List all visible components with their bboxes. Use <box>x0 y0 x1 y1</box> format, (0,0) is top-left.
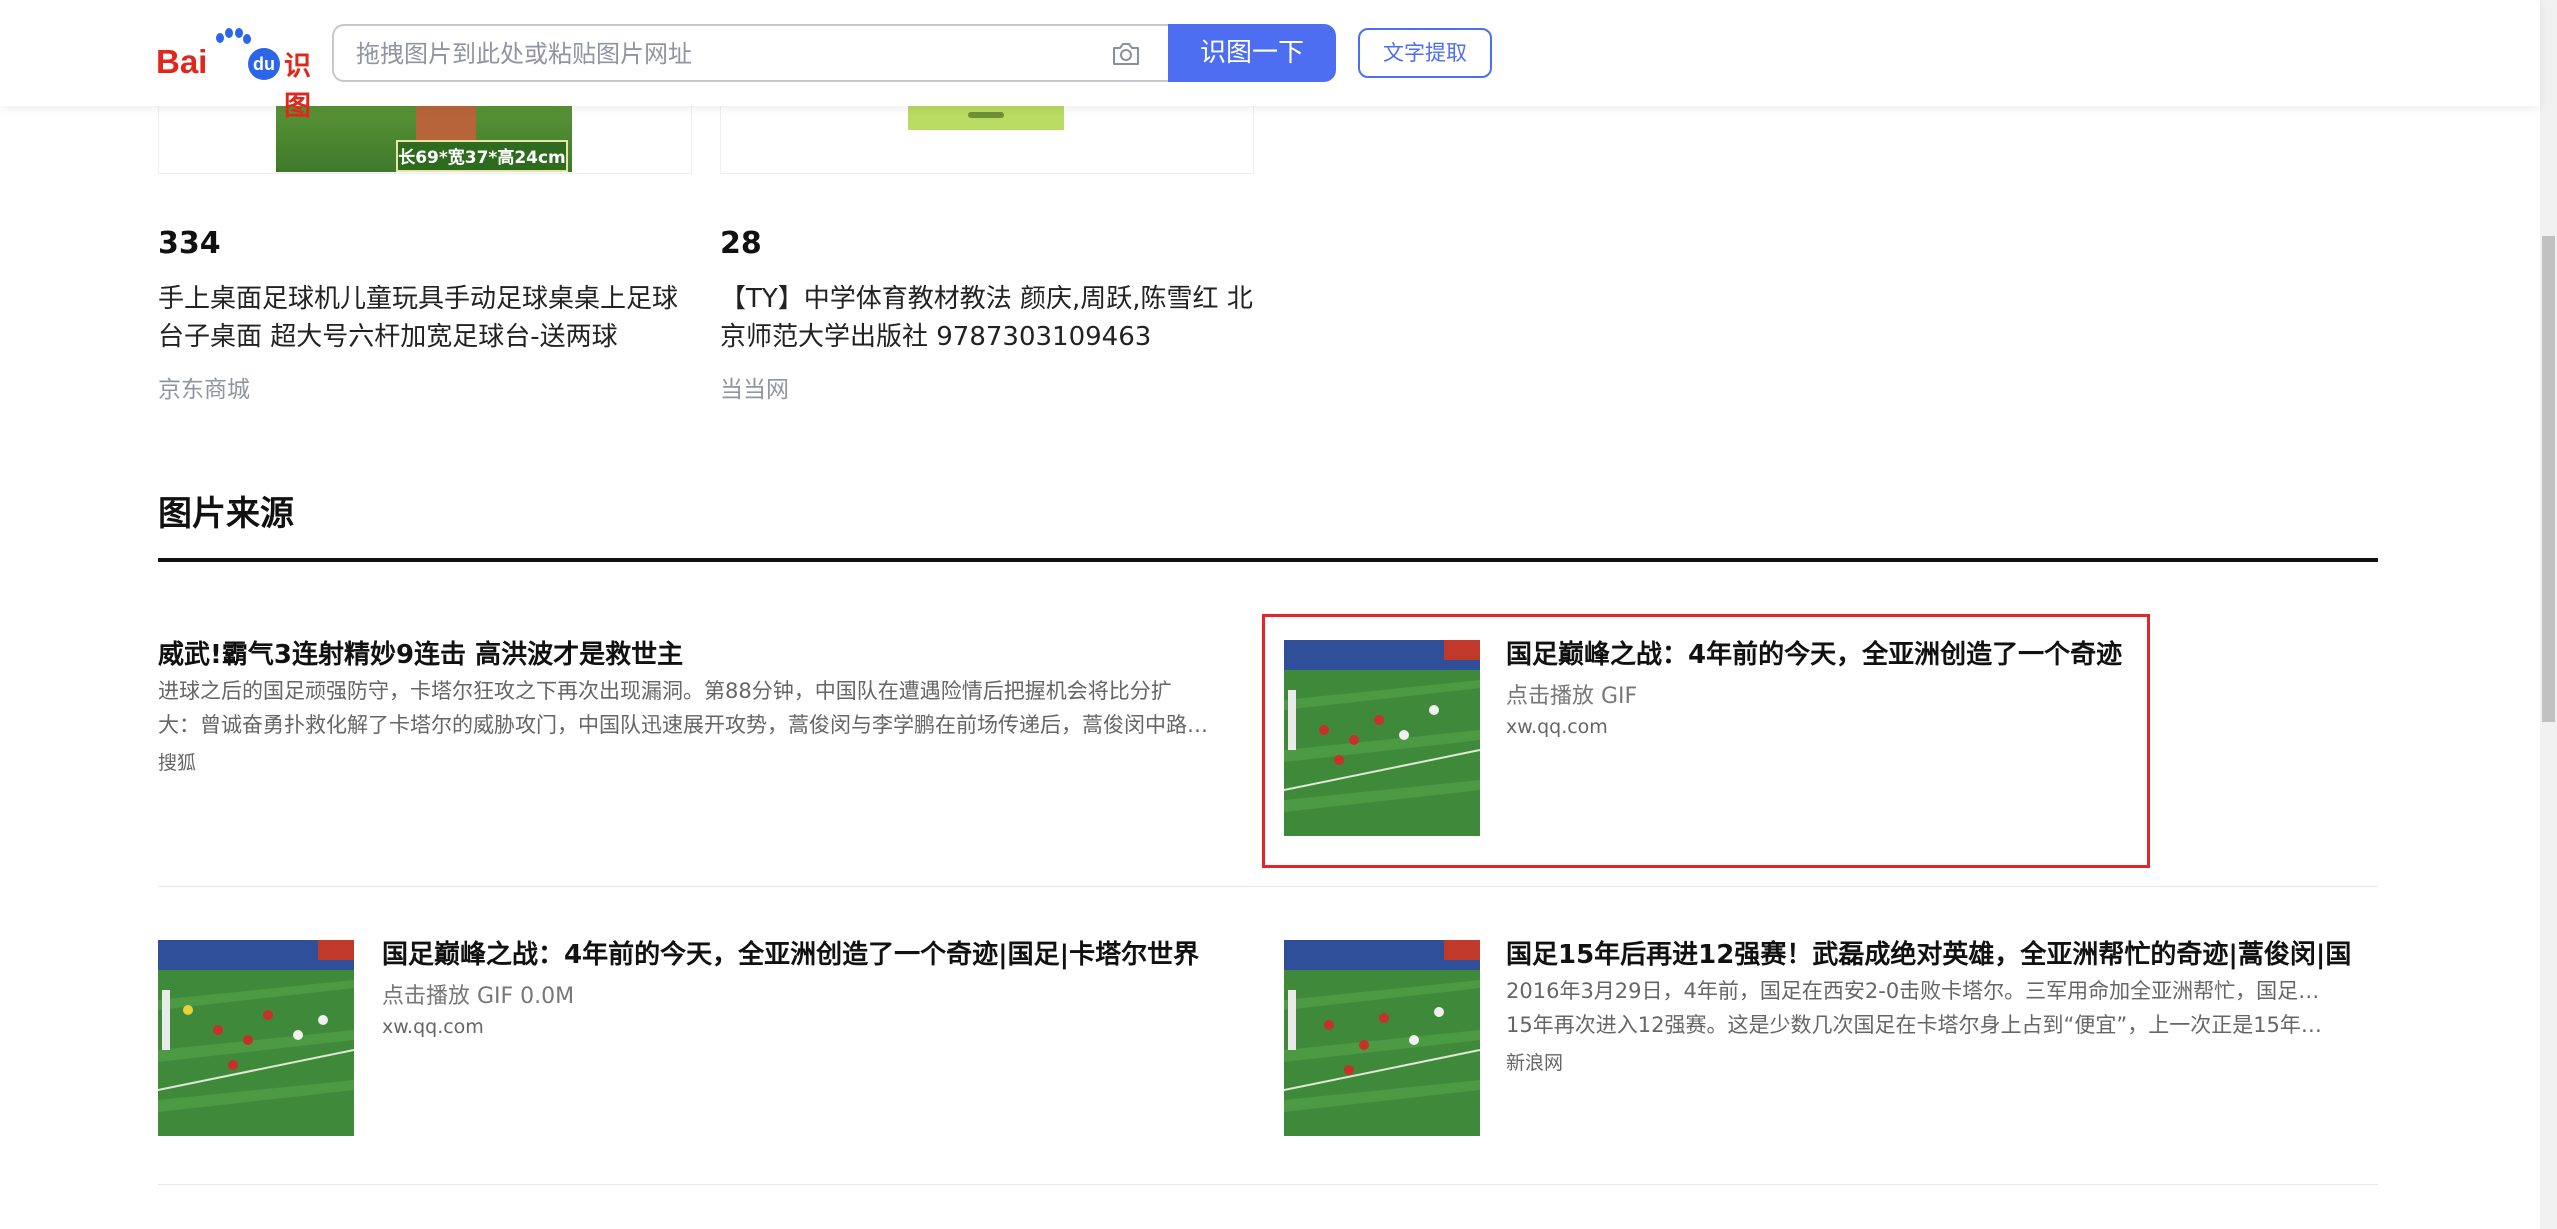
result-description: 2016年3月29日，4年前，国足在西安2-0击败卡塔尔。三军用命加全亚洲帮忙，… <box>1506 974 2326 1042</box>
result-description-line: 大：曾诚奋勇扑救化解了卡塔尔的威胁攻门，中国队迅速展开攻势，蒿俊闵与李学鹏在前场… <box>158 713 1208 737</box>
search-button[interactable]: 识图一下 <box>1168 24 1336 82</box>
text-extract-button[interactable]: 文字提取 <box>1358 28 1492 78</box>
row-divider <box>158 1184 2378 1185</box>
result-description-line: 进球之后的国足顽强防守，卡塔尔狂攻之下再次出现漏洞。第88分钟，中国队在遭遇险情… <box>158 679 1172 703</box>
product-price: 334 <box>158 226 221 261</box>
result-thumbnail[interactable] <box>158 940 354 1136</box>
result-description: 进球之后的国足顽强防守，卡塔尔狂攻之下再次出现漏洞。第88分钟，中国队在遭遇险情… <box>158 674 1208 742</box>
product-title[interactable]: 手上桌面足球机儿童玩具手动足球桌桌上足球台子桌面 超大号六杆加宽足球台-送两球 <box>158 280 698 356</box>
section-divider <box>158 558 2378 562</box>
result-gif-info[interactable]: 点击播放 GIF <box>1506 678 1637 710</box>
logo-du-text: du <box>248 48 280 80</box>
camera-icon[interactable] <box>1110 40 1142 68</box>
product-image-detail <box>968 112 1004 118</box>
soccer-thumbnail-image <box>1284 940 1480 1136</box>
result-title[interactable]: 国足15年后再进12强赛！武磊成绝对英雄，全亚洲帮忙的奇迹|蒿俊闵|国 <box>1506 934 2351 971</box>
result-title[interactable]: 国足巅峰之战：4年前的今天，全亚洲创造了一个奇迹|国足|卡塔尔世界 <box>382 934 1199 971</box>
result-description-line: 2016年3月29日，4年前，国足在西安2-0击败卡塔尔。三军用命加全亚洲帮忙，… <box>1506 979 2326 1003</box>
search-box <box>332 24 1168 82</box>
logo-shitu-text: 识图 <box>284 51 311 121</box>
result-title[interactable]: 国足巅峰之战：4年前的今天，全亚洲创造了一个奇迹 <box>1506 634 2122 671</box>
product-image-wood <box>416 100 476 140</box>
result-description-line: 15年再次进入12强赛。这是少数几次国足在卡塔尔身上占到“便宜”，上一次正是15… <box>1506 1013 2326 1037</box>
product-price: 28 <box>720 226 762 261</box>
result-source[interactable]: 新浪网 <box>1506 1048 1563 1075</box>
result-thumbnail[interactable] <box>1284 640 1480 836</box>
soccer-thumbnail-image <box>158 940 354 1136</box>
search-input[interactable] <box>354 26 1098 82</box>
result-source[interactable]: xw.qq.com <box>382 1016 484 1038</box>
result-title[interactable]: 威武!霸气3连射精妙9连击 高洪波才是救世主 <box>158 634 683 671</box>
paw-icon <box>216 28 251 44</box>
scrollbar-thumb[interactable] <box>2542 236 2555 722</box>
section-title: 图片来源 <box>158 494 294 534</box>
result-source[interactable]: 搜狐 <box>158 748 196 775</box>
row-divider <box>158 886 2378 887</box>
product-shop[interactable]: 京东商城 <box>158 370 250 404</box>
product-title[interactable]: 【TY】中学体育教材教法 颜庆,周跃,陈雪红 北京师范大学出版社 9787303… <box>720 280 1260 356</box>
result-thumbnail[interactable] <box>1284 940 1480 1136</box>
product-size-tag: 长69*宽37*高24cm <box>396 140 568 172</box>
baidu-shitu-logo[interactable]: Bai du 识图 <box>156 28 311 121</box>
top-header: Bai du 识图 识图一下 文字提取 <box>0 0 2540 121</box>
product-shop[interactable]: 当当网 <box>720 370 789 404</box>
logo-bai-text: Bai <box>156 43 208 80</box>
result-source[interactable]: xw.qq.com <box>1506 716 1608 738</box>
result-gif-info[interactable]: 点击播放 GIF 0.0M <box>382 978 574 1010</box>
soccer-thumbnail-image <box>1284 640 1480 836</box>
